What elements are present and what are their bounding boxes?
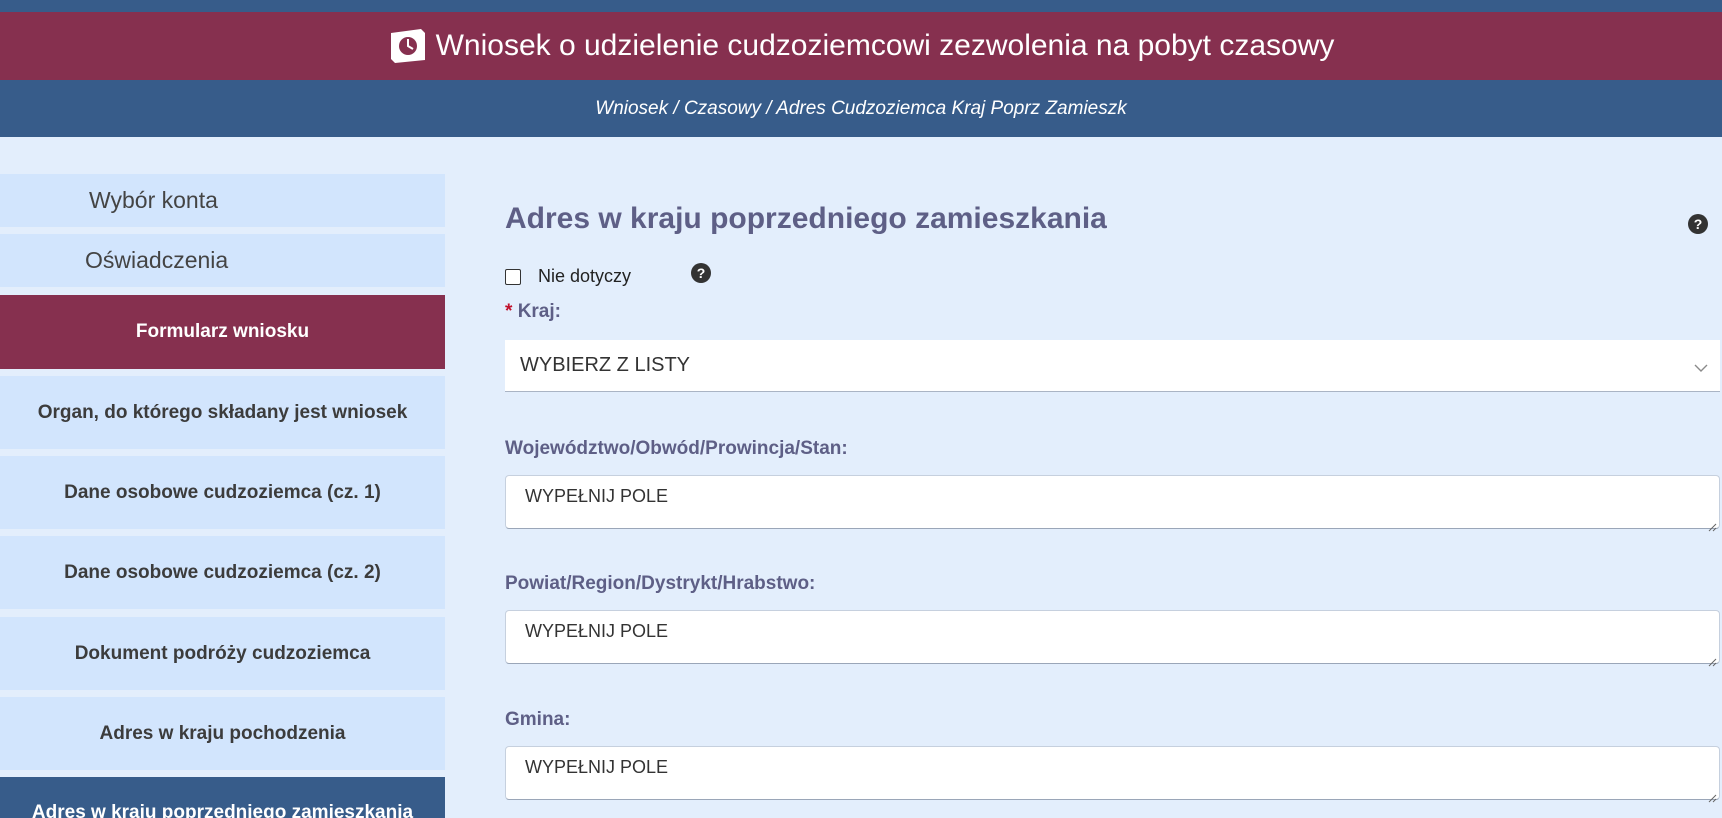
sidebar-item-label: Organ, do którego składany jest wniosek — [37, 401, 408, 423]
sidebar-item-label: Adres w kraju poprzedniego zamieszkania — [31, 802, 414, 818]
sidebar-item-personal-data-1[interactable]: Dane osobowe cudzoziemca (cz. 1) — [0, 456, 445, 529]
district-input[interactable]: WYPEŁNIJ POLE — [505, 610, 1720, 667]
help-icon[interactable]: ? — [691, 263, 711, 283]
country-select[interactable]: WYBIERZ Z LISTY — [505, 340, 1720, 392]
sidebar-item-application-form[interactable]: Formularz wniosku — [0, 295, 445, 369]
sidebar-item-label: Formularz wniosku — [135, 321, 310, 342]
sidebar-item-label: Dane osobowe cudzoziemca (cz. 1) — [64, 481, 381, 503]
page-title: Adres w kraju poprzedniego zamieszkania — [505, 202, 1107, 235]
sidebar-item-authority[interactable]: Organ, do którego składany jest wniosek — [0, 376, 445, 449]
voivodeship-placeholder: WYPEŁNIJ POLE — [525, 486, 669, 506]
resize-handle-icon[interactable] — [1707, 651, 1717, 667]
sidebar-item-account-choice[interactable]: Wybór konta — [0, 174, 445, 227]
chevron-down-icon — [1694, 358, 1708, 372]
app-title: Wniosek o udzielenie cudzoziemcowi zezwo… — [435, 29, 1335, 62]
breadcrumb: Wniosek / Czasowy / Adres Cudzoziemca Kr… — [0, 80, 1722, 137]
commune-input[interactable]: WYPEŁNIJ POLE — [505, 746, 1720, 803]
not-applicable-row: Nie dotyczy — [505, 266, 631, 287]
required-marker: * — [505, 301, 513, 322]
sidebar-item-origin-address[interactable]: Adres w kraju pochodzenia — [0, 697, 445, 770]
voivodeship-label: Województwo/Obwód/Prowincja/Stan: — [505, 438, 848, 459]
country-label-text: Kraj: — [517, 301, 561, 322]
sidebar-item-personal-data-2[interactable]: Dane osobowe cudzoziemca (cz. 2) — [0, 536, 445, 609]
top-strip — [0, 0, 1722, 12]
commune-label: Gmina: — [505, 709, 571, 730]
sidebar-item-label: Wybór konta — [89, 187, 218, 213]
commune-placeholder: WYPEŁNIJ POLE — [525, 757, 669, 777]
district-label: Powiat/Region/Dystrykt/Hrabstwo: — [505, 573, 816, 594]
country-label: * Kraj: — [505, 301, 561, 323]
voivodeship-input[interactable]: WYPEŁNIJ POLE — [505, 475, 1720, 532]
sidebar-item-statements[interactable]: Oświadczenia — [0, 234, 445, 287]
sidebar-item-label: Oświadczenia — [85, 247, 229, 273]
not-applicable-label: Nie dotyczy — [538, 266, 632, 286]
country-select-value: WYBIERZ Z LISTY — [520, 354, 691, 376]
sidebar-item-label: Adres w kraju pochodzenia — [99, 722, 346, 744]
breadcrumb-text: Wniosek / Czasowy / Adres Cudzoziemca Kr… — [595, 97, 1127, 119]
sidebar-item-travel-document[interactable]: Dokument podróży cudzoziemca — [0, 617, 445, 690]
app-header: Wniosek o udzielenie cudzoziemcowi zezwo… — [0, 12, 1722, 80]
sidebar-item-previous-residence-address[interactable]: Adres w kraju poprzedniego zamieszkania — [0, 777, 445, 818]
district-placeholder: WYPEŁNIJ POLE — [525, 621, 669, 641]
help-icon[interactable]: ? — [1688, 214, 1708, 234]
not-applicable-checkbox[interactable] — [505, 268, 521, 285]
resize-handle-icon[interactable] — [1707, 516, 1717, 532]
resize-handle-icon[interactable] — [1707, 787, 1717, 803]
clock-document-icon — [388, 27, 428, 65]
sidebar-item-label: Dane osobowe cudzoziemca (cz. 2) — [64, 561, 381, 583]
sidebar-item-label: Dokument podróży cudzoziemca — [74, 642, 371, 664]
